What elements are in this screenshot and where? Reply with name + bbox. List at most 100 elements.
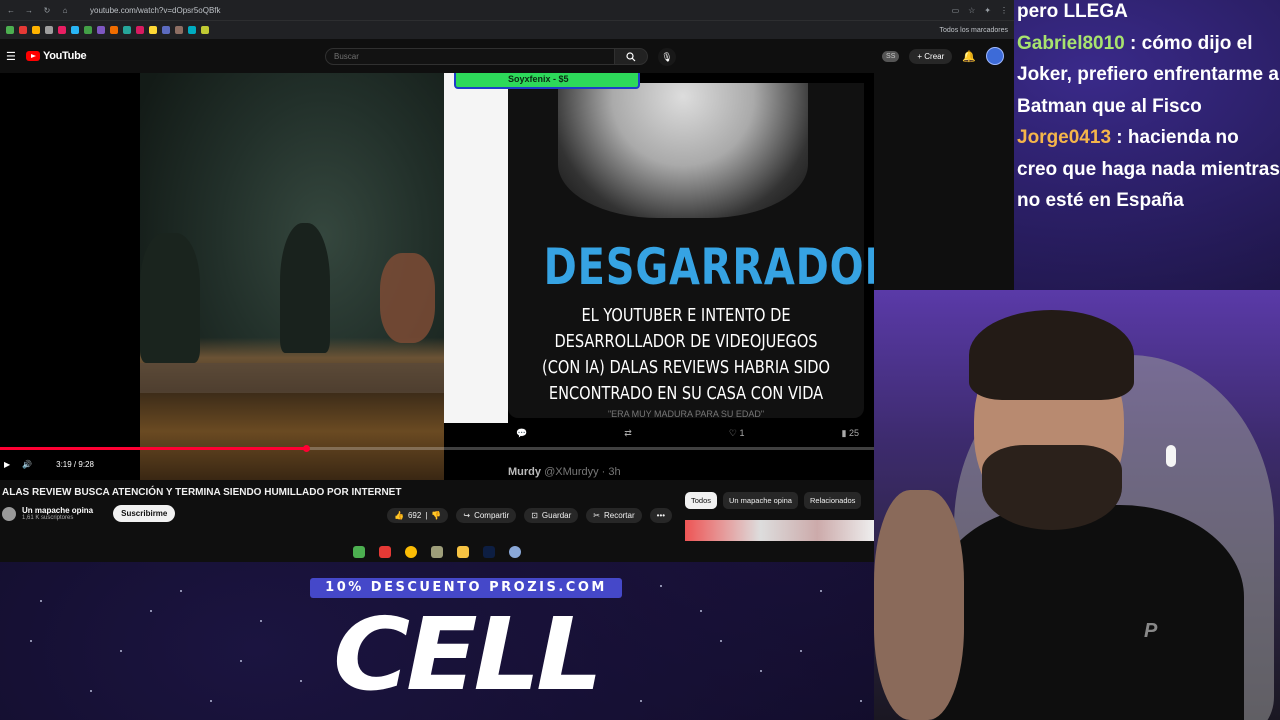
bookmarks-bar: Todos los marcadores xyxy=(0,20,1014,39)
menu-icon[interactable]: ⋮ xyxy=(1000,6,1008,15)
chip-channel[interactable]: Un mapache opina xyxy=(723,492,798,509)
streamer-body xyxy=(934,505,1244,720)
forward-icon[interactable]: → xyxy=(24,6,34,15)
star xyxy=(800,650,802,652)
home-icon[interactable]: ⌂ xyxy=(60,6,70,15)
header-actions: SS + Crear 🔔 xyxy=(882,47,1004,65)
bookmark-icon[interactable] xyxy=(175,26,183,34)
bookmark-icon[interactable] xyxy=(110,26,118,34)
taskbar-app-icon[interactable] xyxy=(431,545,443,558)
thumbs-up-icon: 👍 xyxy=(394,511,404,520)
bookmark-icon[interactable] xyxy=(58,26,66,34)
bookmark-icon[interactable] xyxy=(201,26,209,34)
taskbar xyxy=(0,541,874,562)
notifications-bell-icon[interactable]: 🔔 xyxy=(962,50,976,63)
chat-message: Gabriel8010 : cómo dijo el Joker, prefie… xyxy=(1017,28,1280,123)
chip-all[interactable]: Todos xyxy=(685,492,718,509)
bookmark-icon[interactable] xyxy=(71,26,79,34)
taskbar-app-icon[interactable] xyxy=(353,545,365,558)
folder-icon[interactable] xyxy=(457,545,469,558)
bookmark-icon[interactable] xyxy=(149,26,157,34)
views-group[interactable]: ▮ 25 xyxy=(842,428,859,439)
star xyxy=(180,590,182,592)
channel-row: Un mapache opina 1,61 K suscriptores Sus… xyxy=(2,505,176,522)
youtube-header: ☰ YouTube Buscar 🎙 SS + Crear 🔔 xyxy=(0,39,1014,73)
taskbar-app-icon[interactable] xyxy=(509,545,521,558)
bookmark-icon[interactable] xyxy=(45,26,53,34)
photoshop-icon[interactable] xyxy=(483,545,495,558)
voice-search-button[interactable]: 🎙 xyxy=(658,48,676,66)
bookmark-icon[interactable] xyxy=(6,26,14,34)
scene-rock xyxy=(280,223,330,353)
scene-rock xyxy=(140,233,200,363)
progress-fill xyxy=(0,447,306,450)
video-player[interactable]: DESGARRADOR EL YOUTUBER E INTENTO DE DES… xyxy=(0,73,874,480)
clip-button[interactable]: ✂ Recortar xyxy=(586,508,642,523)
bookmark-icon[interactable] xyxy=(162,26,170,34)
search-button[interactable] xyxy=(614,48,648,65)
star xyxy=(210,700,212,702)
person-photo xyxy=(558,83,808,218)
star xyxy=(820,590,822,592)
heart-icon: ♡ xyxy=(728,428,737,438)
star xyxy=(120,650,122,652)
recommended-thumbnail[interactable] xyxy=(685,520,874,542)
save-button[interactable]: ⊡ Guardar xyxy=(524,508,579,523)
create-button[interactable]: + Crear xyxy=(909,48,953,64)
chart-icon: ▮ xyxy=(841,428,847,438)
tweet-actions: 💬 ⇄ ♡ 1 ▮ 25 xyxy=(508,428,864,439)
chrome-icon[interactable] xyxy=(405,545,417,558)
volume-icon[interactable]: 🔊 xyxy=(22,460,32,469)
like-button[interactable]: 👍 692 | 👎 xyxy=(387,508,449,523)
account-avatar[interactable] xyxy=(986,47,1004,65)
tweet-headline: DESGARRADOR xyxy=(543,238,874,296)
chat-username: Jorge0413 xyxy=(1017,127,1117,148)
star xyxy=(700,610,702,612)
chat-username: Gabriel8010 xyxy=(1017,32,1131,54)
progress-scrubber[interactable] xyxy=(302,445,310,452)
star-icon[interactable]: ☆ xyxy=(968,6,975,15)
all-bookmarks-label[interactable]: Todos los marcadores xyxy=(940,27,1008,34)
extension-icon[interactable]: ✦ xyxy=(984,6,991,15)
bookmark-icon[interactable] xyxy=(32,26,40,34)
bookmark-icon[interactable] xyxy=(136,26,144,34)
bookmark-icon[interactable] xyxy=(188,26,196,34)
youtube-logo[interactable]: YouTube xyxy=(26,50,87,62)
tweet-views: 25 xyxy=(848,428,859,438)
browser-window: ← → ↻ ⌂ youtube.com/watch?v=dOpsr5oQBfk … xyxy=(0,0,1014,562)
search-input[interactable]: Buscar xyxy=(325,48,615,65)
share-button[interactable]: ↪ Compartir xyxy=(456,508,517,523)
star xyxy=(760,670,762,672)
scene-character xyxy=(380,253,435,343)
bookmark-icon[interactable] xyxy=(84,26,92,34)
like-group[interactable]: ♡ 1 xyxy=(729,428,745,439)
star xyxy=(860,700,862,702)
play-icon[interactable]: ▶ xyxy=(4,460,10,469)
install-icon[interactable]: ▭ xyxy=(952,6,960,15)
bookmark-icon[interactable] xyxy=(19,26,27,34)
star xyxy=(30,640,32,642)
channel-name[interactable]: Un mapache opina xyxy=(22,506,93,515)
like-count: 692 xyxy=(407,511,422,520)
donation-alert: Soyxfenix - $5 xyxy=(454,73,640,89)
save-label: Guardar xyxy=(541,511,572,520)
address-bar[interactable]: youtube.com/watch?v=dOpsr5oQBfk xyxy=(90,6,221,15)
reload-icon[interactable]: ↻ xyxy=(42,6,52,15)
back-icon[interactable]: ← xyxy=(6,6,16,15)
star xyxy=(90,690,92,692)
chip-related[interactable]: Relacionados xyxy=(803,492,862,509)
reply-icon[interactable]: 💬 xyxy=(516,428,527,439)
promo-discount-bar: 10% DESCUENTO PROZIS.COM xyxy=(310,578,622,598)
more-actions-button[interactable]: ••• xyxy=(649,508,673,523)
bookmark-icon[interactable] xyxy=(123,26,131,34)
channel-avatar[interactable] xyxy=(2,506,16,521)
progress-bar[interactable] xyxy=(0,447,874,450)
tweet-image: DESGARRADOR EL YOUTUBER E INTENTO DE DES… xyxy=(508,83,874,419)
thumbs-down-icon[interactable]: 👎 xyxy=(431,511,441,520)
retweet-icon[interactable]: ⇄ xyxy=(624,428,632,439)
subscribe-button[interactable]: Suscribirme xyxy=(113,505,176,522)
bookmark-icon[interactable] xyxy=(97,26,105,34)
subscriber-count: 1,61 K suscriptores xyxy=(22,515,74,521)
taskbar-app-icon[interactable] xyxy=(379,545,391,558)
hamburger-menu-icon[interactable]: ☰ xyxy=(6,50,20,63)
